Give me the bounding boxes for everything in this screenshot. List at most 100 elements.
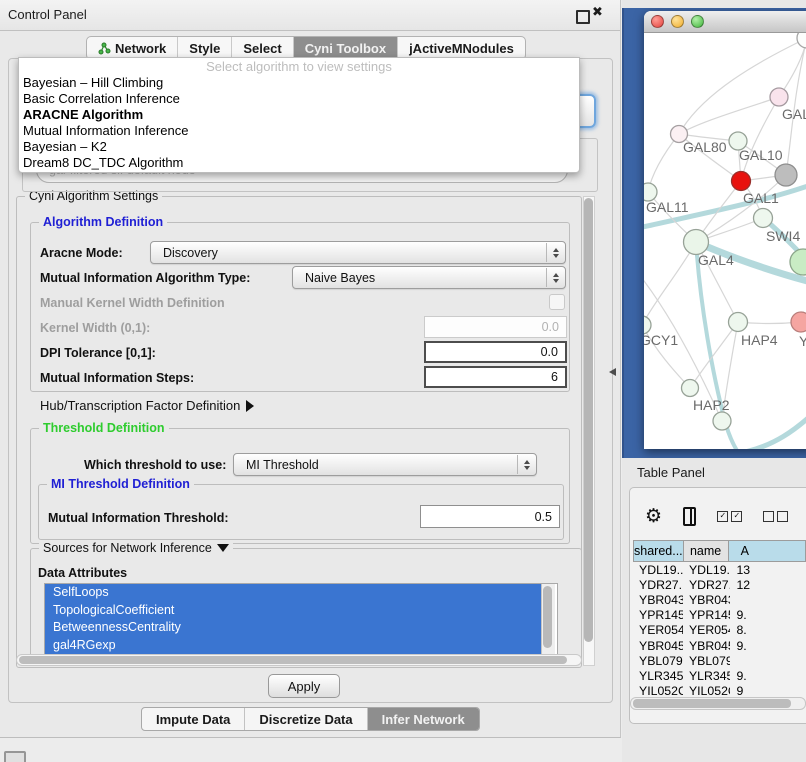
hub-definition-toggle[interactable]: Hub/Transcription Factor Definition xyxy=(40,398,254,413)
attributes-list-scrollbar-thumb[interactable] xyxy=(543,586,552,648)
column-header-name[interactable]: name xyxy=(684,540,729,562)
mi-steps-label: Mutual Information Steps: xyxy=(40,371,194,385)
mi-type-label: Mutual Information Algorithm Type: xyxy=(40,271,250,285)
network-canvas[interactable]: GALGAL80GAL10GAL1GAL11SWI4GAL4GCY1HAP4YH… xyxy=(644,33,806,449)
table-row[interactable]: YLR345WYLR345W9. xyxy=(633,668,806,683)
algorithm-definition-title: Algorithm Definition xyxy=(39,215,167,229)
dropdown-placeholder: Select algorithm to view settings xyxy=(19,58,579,75)
table-cell: YBR043C xyxy=(633,593,683,607)
tab-network[interactable]: Network xyxy=(87,37,177,59)
tab-jactivemnodules[interactable]: jActiveMNodules xyxy=(397,37,525,59)
collapsed-arrow-icon xyxy=(246,400,254,412)
dropdown-item-dream8-dc-tdc-algorithm[interactable]: Dream8 DC_TDC Algorithm xyxy=(19,155,579,171)
attribute-item-selfloops[interactable]: SelfLoops xyxy=(45,584,547,602)
mi-threshold-label: Mutual Information Threshold: xyxy=(48,511,229,525)
bottom-tab-discretize-data[interactable]: Discretize Data xyxy=(244,708,366,730)
table-cell: YDL19... xyxy=(633,563,683,577)
combo-stepper-icon xyxy=(546,268,564,287)
kernel-width-value: 0.0 xyxy=(542,320,559,334)
table-cell: YPR145W xyxy=(633,608,683,622)
table-row[interactable]: YDR27...YDR27...12 xyxy=(633,577,806,592)
network-node[interactable] xyxy=(732,172,751,191)
column-header-a[interactable]: A xyxy=(729,540,806,562)
aracne-mode-combo[interactable]: Discovery xyxy=(150,241,566,264)
kernel-width-field[interactable]: 0.0 xyxy=(424,316,567,338)
minimize-traffic-light-icon[interactable] xyxy=(671,15,684,28)
network-node[interactable] xyxy=(791,312,806,332)
network-node[interactable] xyxy=(775,164,797,186)
network-node[interactable] xyxy=(713,412,731,430)
network-view-window[interactable]: GALGAL80GAL10GAL1GAL11SWI4GAL4GCY1HAP4YH… xyxy=(644,11,806,449)
network-node[interactable] xyxy=(797,33,806,48)
dpi-tolerance-field[interactable]: 0.0 xyxy=(424,341,567,363)
manual-kernel-checkbox[interactable] xyxy=(549,294,565,310)
bottom-tab-infer-network[interactable]: Infer Network xyxy=(367,708,479,730)
network-edge[interactable] xyxy=(740,405,806,449)
network-node[interactable] xyxy=(790,249,806,275)
dropdown-item-basic-correlation-inference[interactable]: Basic Correlation Inference xyxy=(19,91,579,107)
node-label: GAL80 xyxy=(683,139,727,155)
mi-threshold-field[interactable]: 0.5 xyxy=(420,505,560,528)
sources-group-title[interactable]: Sources for Network Inference xyxy=(39,541,233,555)
bottom-tab-impute-data[interactable]: Impute Data xyxy=(142,708,244,730)
float-window-icon[interactable] xyxy=(576,10,590,24)
network-edge[interactable] xyxy=(679,97,779,134)
network-edge[interactable] xyxy=(644,242,696,325)
table-row[interactable]: YBR045CYBR045C9. xyxy=(633,638,806,653)
columns-icon[interactable] xyxy=(683,507,696,526)
dropdown-item-mutual-information-inference[interactable]: Mutual Information Inference xyxy=(19,123,579,139)
network-edge[interactable] xyxy=(648,134,679,192)
table-row[interactable]: YDL19...YDL19...13 xyxy=(633,562,806,577)
close-icon[interactable]: ✖ xyxy=(592,5,603,20)
close-traffic-light-icon[interactable] xyxy=(651,15,664,28)
table-row[interactable]: YPR145WYPR145W9. xyxy=(633,608,806,623)
table-cell: 9 xyxy=(730,684,806,698)
gear-icon[interactable]: ⚙ xyxy=(645,507,662,526)
control-panel-titlebar[interactable]: Control Panel ✖ xyxy=(0,0,620,31)
network-node[interactable] xyxy=(684,230,709,255)
table-cell: YPR145W xyxy=(683,608,731,622)
network-node[interactable] xyxy=(770,88,788,106)
network-node[interactable] xyxy=(729,313,748,332)
settings-vertical-scrollbar-thumb[interactable] xyxy=(584,198,593,642)
attribute-item-topologicalcoefficient[interactable]: TopologicalCoefficient xyxy=(45,602,547,620)
mi-type-combo[interactable]: Naive Bayes xyxy=(292,266,566,289)
network-graph[interactable]: GALGAL80GAL10GAL1GAL11SWI4GAL4GCY1HAP4YH… xyxy=(644,33,806,449)
mi-steps-field[interactable]: 6 xyxy=(424,366,567,388)
node-label: GAL1 xyxy=(743,190,779,206)
tab-label: Style xyxy=(189,41,220,56)
tab-select[interactable]: Select xyxy=(231,37,292,59)
data-attributes-list[interactable]: SelfLoopsTopologicalCoefficientBetweenne… xyxy=(44,583,558,657)
aracne-mode-label: Aracne Mode: xyxy=(40,246,123,260)
table-row[interactable]: YER054CYER054C8. xyxy=(633,623,806,638)
apply-button[interactable]: Apply xyxy=(268,674,340,698)
kernel-width-label: Kernel Width (0,1): xyxy=(40,321,150,335)
deselect-all-checkboxes-icon[interactable] xyxy=(763,511,788,522)
dropdown-item-bayesian-k2[interactable]: Bayesian – K2 xyxy=(19,139,579,155)
tab-cyni-toolbox[interactable]: Cyni Toolbox xyxy=(293,37,397,59)
table-row[interactable]: YBL079WYBL079W xyxy=(633,653,806,668)
settings-horizontal-scrollbar-thumb[interactable] xyxy=(19,656,567,664)
node-label: GAL10 xyxy=(739,147,783,163)
attribute-item-betweennesscentrality[interactable]: BetweennessCentrality xyxy=(45,619,547,637)
select-all-checkboxes-icon[interactable]: ✓✓ xyxy=(717,511,742,522)
dropdown-item-aracne-algorithm[interactable]: ARACNE Algorithm xyxy=(19,107,579,123)
split-divider-arrow-icon[interactable] xyxy=(609,368,616,376)
tab-style[interactable]: Style xyxy=(177,37,231,59)
control-panel-title: Control Panel xyxy=(8,7,87,22)
which-threshold-combo[interactable]: MI Threshold xyxy=(233,453,537,476)
table-cell: 9. xyxy=(730,669,806,683)
dropdown-item-bayesian-hill-climbing[interactable]: Bayesian – Hill Climbing xyxy=(19,75,579,91)
table-cell: YBR043C xyxy=(683,593,731,607)
network-node[interactable] xyxy=(754,209,773,228)
table-horizontal-scrollbar-thumb[interactable] xyxy=(633,699,791,708)
network-window-titlebar[interactable] xyxy=(644,11,806,33)
network-node[interactable] xyxy=(682,380,699,397)
table-row[interactable]: YBR043CYBR043C xyxy=(633,592,806,607)
zoom-traffic-light-icon[interactable] xyxy=(691,15,704,28)
bottom-left-corner-button[interactable] xyxy=(4,751,26,762)
table-header-row: shared...nameA xyxy=(633,540,806,562)
attribute-item-gal4rgexp[interactable]: gal4RGexp xyxy=(45,637,547,655)
column-header-shared-[interactable]: shared... xyxy=(633,540,684,562)
sources-group-label: Sources for Network Inference xyxy=(43,541,212,555)
